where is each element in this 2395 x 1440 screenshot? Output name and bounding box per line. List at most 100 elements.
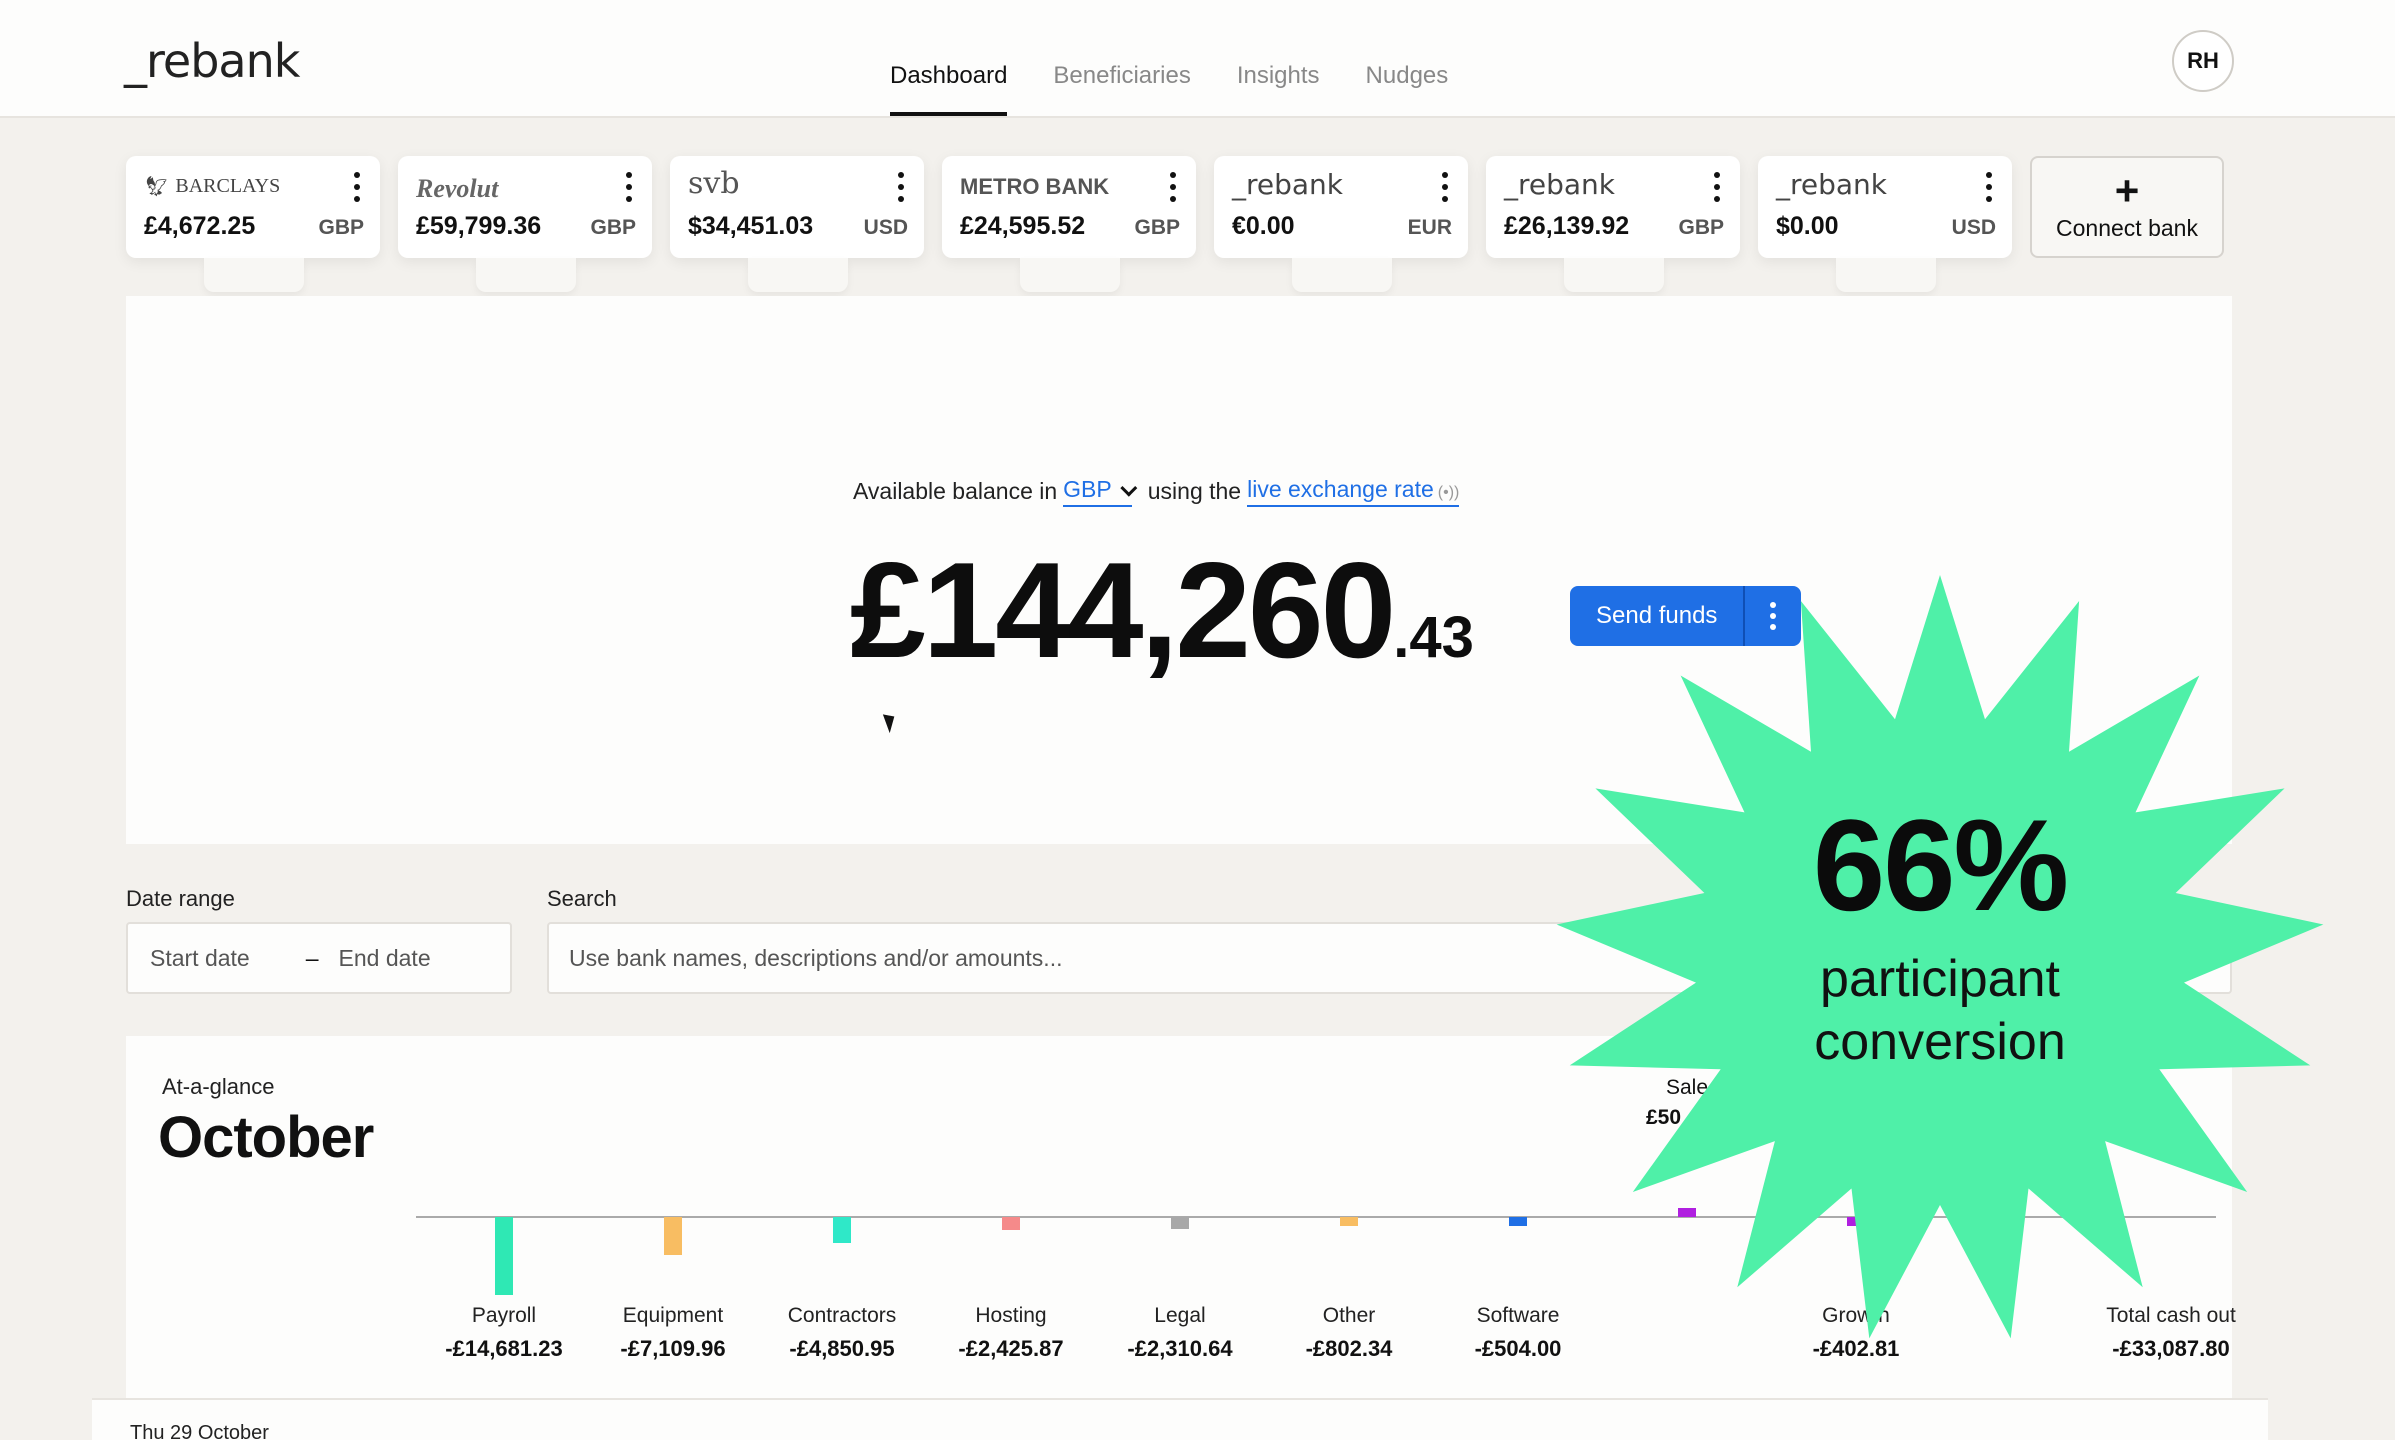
chart-category: Payroll -£14,681.23: [419, 1304, 589, 1362]
card-menu-button[interactable]: [1712, 172, 1722, 202]
account-card[interactable]: METRO BANK £24,595.52 GBP: [942, 156, 1196, 292]
category-label: Equipment: [622, 1304, 724, 1327]
end-date-input[interactable]: End date: [339, 945, 431, 972]
account-card[interactable]: _rebank £26,139.92 GBP: [1486, 156, 1740, 292]
card-menu-button[interactable]: [1168, 172, 1178, 202]
category-label: Other: [1322, 1304, 1376, 1327]
card-tab: [1836, 258, 1936, 292]
chart-category: Legal -£2,310.64: [1095, 1304, 1265, 1362]
glance-subtitle: At-a-glance: [162, 1074, 275, 1099]
chart-bar[interactable]: [1340, 1217, 1358, 1226]
account-amount: £4,672.25: [144, 212, 256, 240]
account-card[interactable]: _rebank $0.00 USD: [1758, 156, 2012, 292]
nav-tab-nudges[interactable]: Nudges: [1366, 62, 1449, 116]
account-currency: GBP: [590, 216, 636, 239]
card-tab: [476, 258, 576, 292]
category-value: -£14,681.23: [445, 1336, 563, 1361]
connect-bank-button[interactable]: + Connect bank: [2030, 156, 2224, 258]
bank-logo-svb: svb: [688, 166, 740, 201]
card-tab: [1564, 258, 1664, 292]
category-label: Contractors: [787, 1304, 897, 1327]
balance-middle: using the: [1147, 478, 1242, 504]
chart-category: Other -£802.34: [1264, 1304, 1434, 1362]
card-tab: [1020, 258, 1120, 292]
nav-tab-insights[interactable]: Insights: [1237, 62, 1320, 116]
conversion-percent: 66%: [1812, 792, 2069, 938]
balance-cents: .43: [1393, 605, 1474, 670]
account-currency: GBP: [1678, 216, 1724, 239]
card-menu-button[interactable]: [1440, 172, 1450, 202]
date-header-label: Thu 29 October: [130, 1422, 269, 1440]
nav-tab-beneficiaries[interactable]: Beneficiaries: [1053, 62, 1190, 116]
category-value: -£4,850.95: [789, 1336, 895, 1361]
broadcast-icon: (•)): [1437, 484, 1460, 501]
bank-logo-barclays: 🦅︎ BARCLAYS: [144, 175, 281, 198]
chart-bar[interactable]: [1171, 1217, 1189, 1230]
connect-bank-label: Connect bank: [2056, 214, 2198, 241]
search-label: Search: [547, 886, 617, 911]
live-exchange-rate-link[interactable]: live exchange rate (•)): [1247, 476, 1460, 507]
card-menu-button[interactable]: [896, 172, 906, 202]
category-value: -£7,109.96: [620, 1336, 726, 1361]
conversion-line2: conversion: [1814, 1013, 2066, 1072]
date-range-label: Date range: [126, 886, 235, 911]
user-avatar[interactable]: RH: [2172, 30, 2234, 92]
start-date-input[interactable]: Start date: [150, 945, 250, 972]
card-tab: [748, 258, 848, 292]
category-value: -£2,310.64: [1127, 1336, 1233, 1361]
nav-tab-dashboard[interactable]: Dashboard: [890, 62, 1008, 116]
chart-bar[interactable]: [1002, 1217, 1020, 1230]
balance-main: £144,260: [850, 534, 1396, 686]
main-nav: Dashboard Beneficiaries Insights Nudges: [890, 62, 1448, 116]
glance-month: October: [158, 1105, 374, 1170]
card-menu-button[interactable]: [352, 172, 362, 202]
bank-logo-rebank: _rebank: [1232, 168, 1344, 201]
balance-prefix: Available balance in: [853, 478, 1058, 504]
account-currency: GBP: [318, 216, 364, 239]
category-label: Legal: [1154, 1304, 1206, 1327]
chart-category: Hosting -£2,425.87: [926, 1304, 1096, 1362]
account-amount: $34,451.03: [688, 212, 814, 240]
category-label: Hosting: [975, 1304, 1047, 1327]
chart-bar[interactable]: [664, 1217, 682, 1255]
plus-icon: +: [2114, 166, 2140, 214]
account-card[interactable]: _rebank €0.00 EUR: [1214, 156, 1468, 292]
transactions-date-header: Thu 29 October: [92, 1398, 2268, 1440]
account-amount: £59,799.36: [416, 212, 542, 240]
account-currency: USD: [863, 216, 908, 239]
chart-bar[interactable]: [1509, 1217, 1527, 1226]
conversion-callout: 66% participant conversion: [1540, 800, 2340, 1075]
date-range-field[interactable]: Start date – End date: [126, 922, 512, 994]
account-amount: £24,595.52: [960, 212, 1086, 240]
balance-caption: Available balance in GBP using the live …: [853, 476, 1460, 507]
account-card[interactable]: Revolut £59,799.36 GBP: [398, 156, 652, 292]
chart-bar[interactable]: [833, 1217, 851, 1243]
bank-logo-metro: METRO BANK: [960, 174, 1110, 199]
account-currency: GBP: [1134, 216, 1180, 239]
category-label: Payroll: [471, 1304, 537, 1327]
total-balance: £144,260.43: [850, 532, 1474, 688]
category-value: -£802.34: [1305, 1336, 1393, 1361]
conversion-line1: participant: [1820, 950, 2060, 1008]
date-separator: –: [305, 944, 319, 971]
card-menu-button[interactable]: [624, 172, 634, 202]
bank-logo-rebank: _rebank: [1776, 168, 1888, 201]
chevron-down-icon: [1120, 479, 1138, 497]
currency-selector[interactable]: GBP: [1063, 476, 1138, 507]
account-card[interactable]: 🦅︎ BARCLAYS £4,672.25 GBP: [126, 156, 380, 292]
chart-category: Contractors -£4,850.95: [757, 1304, 927, 1362]
account-amount: £26,139.92: [1504, 212, 1630, 240]
card-tab: [204, 258, 304, 292]
bank-account-cards: 🦅︎ BARCLAYS £4,672.25 GBP Revolut £59,799…: [126, 156, 2224, 292]
account-card[interactable]: svb $34,451.03 USD: [670, 156, 924, 292]
card-menu-button[interactable]: [1984, 172, 1994, 202]
bank-logo-rebank: _rebank: [1504, 168, 1616, 201]
bank-logo-revolut: Revolut: [416, 174, 499, 203]
top-nav-bar: _rebank Dashboard Beneficiaries Insights…: [0, 0, 2395, 118]
account-currency: EUR: [1407, 216, 1452, 239]
account-amount: $0.00: [1776, 212, 1839, 240]
account-currency: USD: [1951, 216, 1996, 239]
chart-bar[interactable]: [495, 1217, 513, 1295]
card-tab: [1292, 258, 1392, 292]
app-logo[interactable]: _rebank: [124, 34, 300, 88]
